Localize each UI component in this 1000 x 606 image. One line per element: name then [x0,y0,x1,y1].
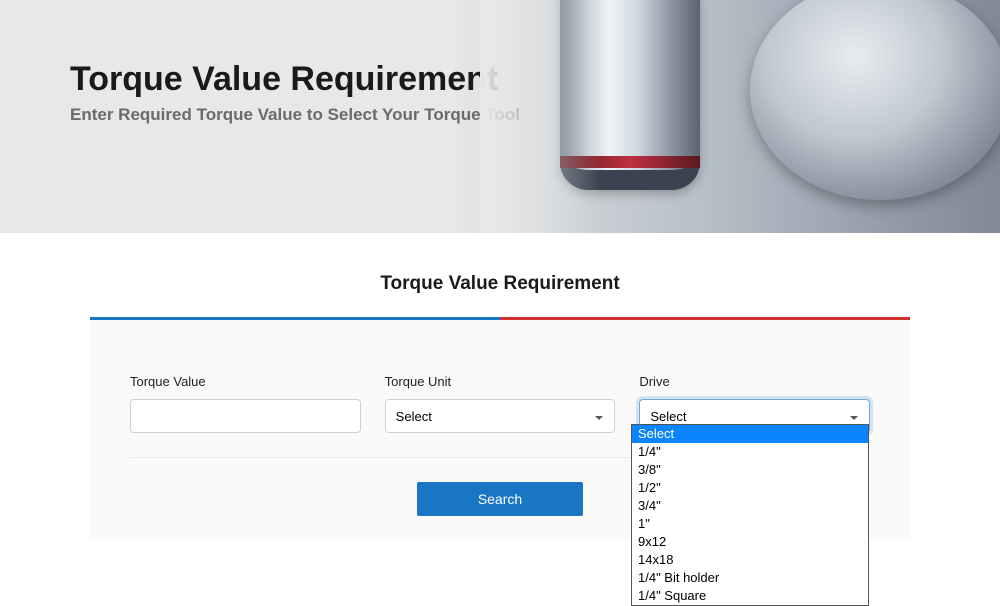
torque-unit-selected: Select [396,409,432,424]
drive-option[interactable]: 3/4" [632,497,868,515]
drive-option[interactable]: Select [632,425,868,443]
drive-option[interactable]: 3/8" [632,461,868,479]
hero-image [480,0,1000,233]
panel-accent [90,317,910,320]
drive-selected: Select [650,409,686,424]
drive-option[interactable]: 1/2" [632,479,868,497]
drive-option[interactable]: 9x12 [632,533,868,551]
hero-banner: Torque Value Requirement Enter Required … [0,0,1000,233]
drive-option[interactable]: 1" [632,515,868,533]
drive-label: Drive [639,374,870,389]
drive-option[interactable]: 1/4" Bit holder [632,569,868,587]
torque-unit-label: Torque Unit [385,374,616,389]
section-title: Torque Value Requirement [0,273,1000,295]
drive-option[interactable]: 1/4" Square [632,587,868,605]
torque-value-input[interactable] [130,399,361,433]
drive-option[interactable]: 1/4" [632,443,868,461]
chevron-down-icon [594,411,604,421]
drive-dropdown[interactable]: Select1/4"3/8"1/2"3/4"1"9x1214x181/4" Bi… [631,424,869,606]
torque-unit-select[interactable]: Select [385,399,616,433]
chevron-down-icon [849,411,859,421]
torque-value-label: Torque Value [130,374,361,389]
search-button[interactable]: Search [417,482,583,516]
drive-option[interactable]: 14x18 [632,551,868,569]
